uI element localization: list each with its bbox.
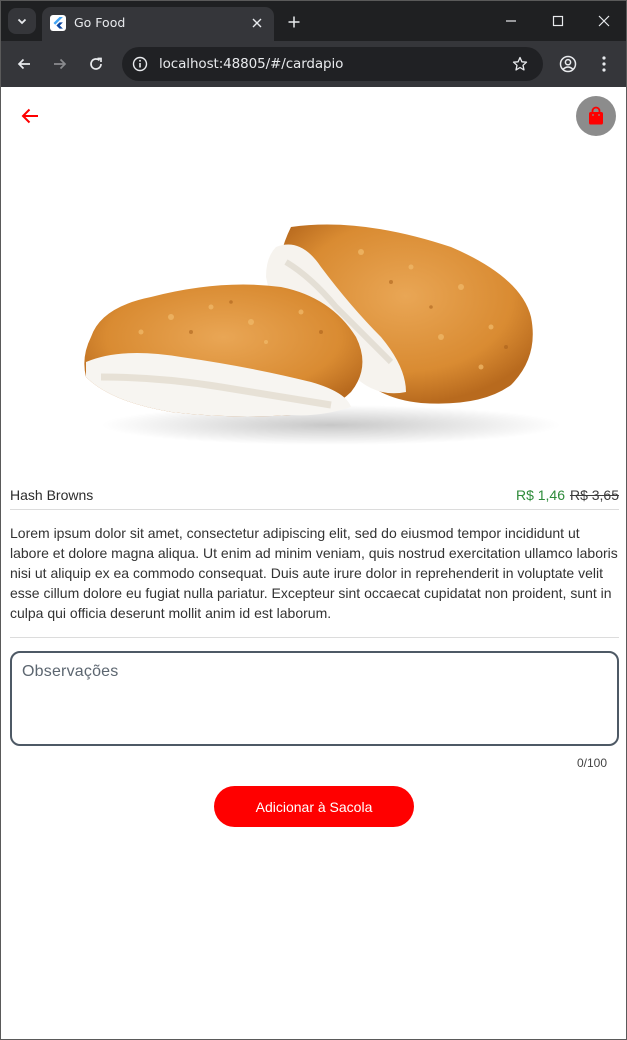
product-description: Lorem ipsum dolor sit amet, consectetur … <box>10 525 618 621</box>
more-menu-icon[interactable] <box>593 53 615 75</box>
browser-window: Go Food localhost:48805/#/cardapio Hash … <box>0 0 627 1040</box>
forward-nav-icon[interactable] <box>48 52 72 76</box>
tab-search-button[interactable] <box>8 8 36 34</box>
close-tab-icon[interactable] <box>248 14 266 32</box>
back-button[interactable] <box>17 103 43 129</box>
browser-toolbar: localhost:48805/#/cardapio <box>1 41 626 87</box>
divider <box>10 637 619 638</box>
shopping-bag-button[interactable] <box>576 96 616 136</box>
product-name: Hash Browns <box>10 487 94 503</box>
back-nav-icon[interactable] <box>12 52 36 76</box>
product-page: Hash Browns R$ 1,46 R$ 3,65 Lorem ipsum … <box>1 87 626 1039</box>
product-header-row: Hash Browns R$ 1,46 R$ 3,65 <box>10 486 619 510</box>
tab-title: Go Food <box>74 15 126 30</box>
url-text: localhost:48805/#/cardapio <box>159 56 344 72</box>
character-counter: 0/100 <box>576 756 607 770</box>
shopping-bag-icon <box>589 106 603 125</box>
address-bar[interactable]: localhost:48805/#/cardapio <box>122 47 543 81</box>
reload-icon[interactable] <box>84 52 108 76</box>
tab-strip: Go Food <box>1 1 626 41</box>
arrow-left-icon <box>21 108 38 124</box>
observations-input[interactable] <box>22 663 607 735</box>
product-image <box>84 224 561 445</box>
browser-tab[interactable]: Go Food <box>42 7 274 41</box>
new-tab-icon[interactable] <box>281 10 307 34</box>
bookmark-star-icon[interactable] <box>511 55 529 73</box>
current-price: R$ 1,46 <box>515 487 565 503</box>
add-to-bag-button[interactable]: Adicionar à Sacola <box>214 786 414 827</box>
observations-field[interactable] <box>10 651 619 746</box>
profile-icon[interactable] <box>557 53 579 75</box>
original-price: R$ 3,65 <box>569 487 619 503</box>
chevron-down-icon <box>17 18 27 25</box>
maximize-icon[interactable] <box>538 7 578 35</box>
minimize-icon[interactable] <box>491 7 531 35</box>
site-info-icon[interactable] <box>130 54 150 74</box>
close-window-icon[interactable] <box>584 7 624 35</box>
flutter-icon <box>50 15 66 31</box>
